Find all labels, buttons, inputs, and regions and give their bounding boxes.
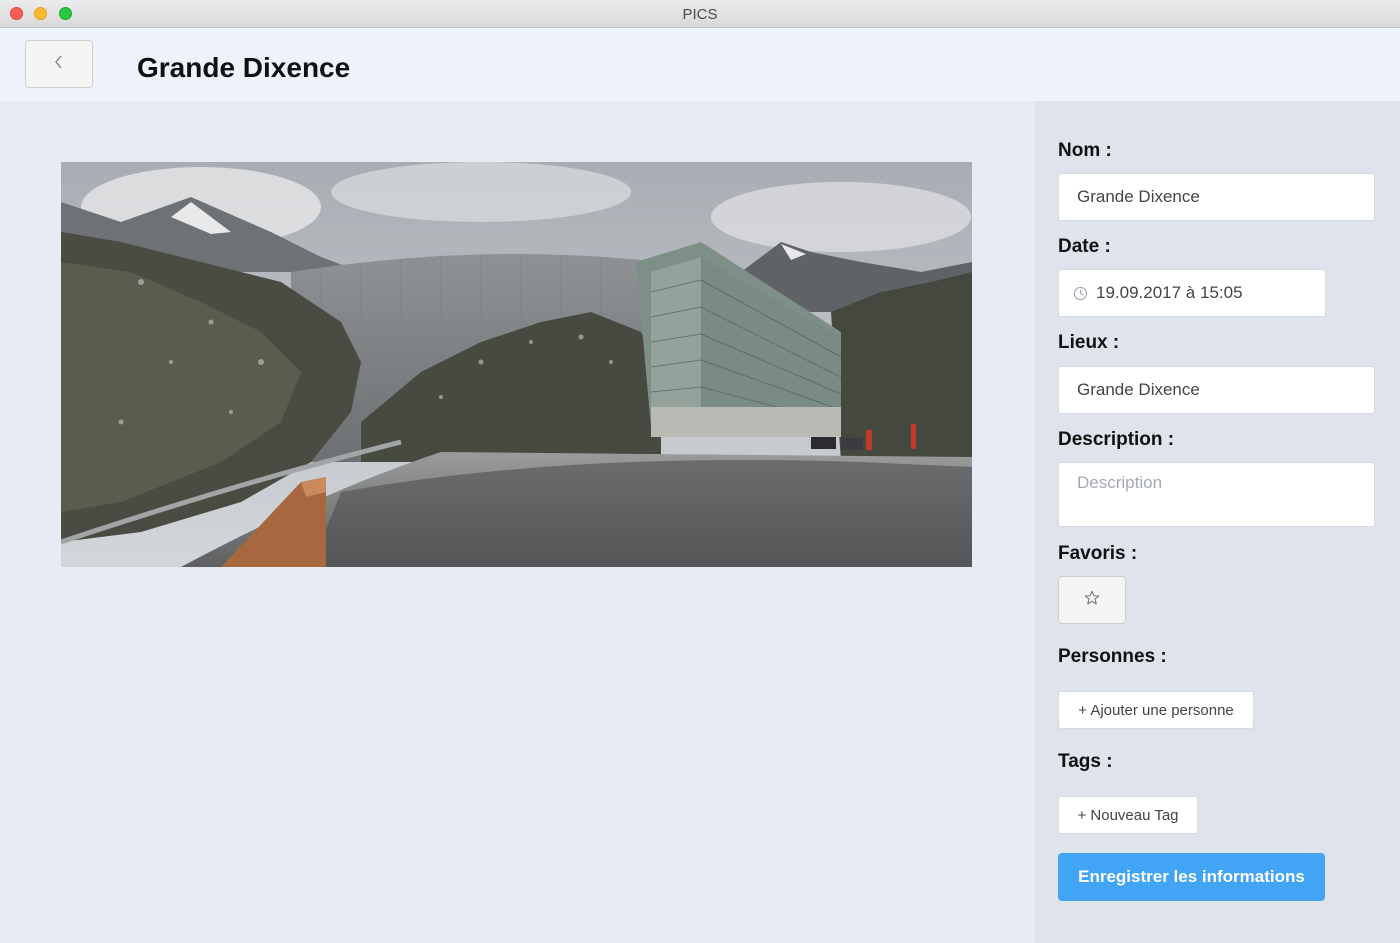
chevron-left-icon <box>53 54 65 75</box>
window-title: PICS <box>682 6 718 23</box>
name-label: Nom : <box>1058 140 1112 161</box>
page-title: Grande Dixence <box>137 52 351 83</box>
name-field[interactable]: Grande Dixence <box>1058 173 1375 221</box>
clock-icon <box>1073 286 1088 301</box>
info-panel: Nom : Grande Dixence Date : 19.09.2017 à… <box>1034 101 1400 943</box>
description-field[interactable]: Description <box>1058 462 1375 527</box>
new-tag-button[interactable]: + Nouveau Tag <box>1058 796 1198 834</box>
star-outline-icon <box>1083 589 1101 612</box>
description-label: Description : <box>1058 429 1175 450</box>
favorites-label: Favoris : <box>1058 543 1138 564</box>
place-field[interactable]: Grande Dixence <box>1058 366 1375 414</box>
persons-label: Personnes : <box>1058 646 1167 667</box>
add-person-button[interactable]: + Ajouter une personne <box>1058 691 1254 729</box>
date-label: Date : <box>1058 236 1111 257</box>
date-value: 19.09.2017 à 15:05 <box>1096 283 1243 302</box>
photo-image <box>61 162 972 567</box>
favorite-button[interactable] <box>1058 576 1126 624</box>
back-button[interactable] <box>25 40 93 88</box>
window-titlebar: PICS <box>0 0 1400 28</box>
save-button[interactable]: Enregistrer les informations <box>1058 853 1325 901</box>
date-field[interactable]: 19.09.2017 à 15:05 <box>1058 269 1326 317</box>
photo-area <box>0 101 1034 943</box>
page-header: Grande Dixence <box>0 28 1400 101</box>
tags-label: Tags : <box>1058 751 1113 772</box>
place-label: Lieux : <box>1058 332 1120 353</box>
